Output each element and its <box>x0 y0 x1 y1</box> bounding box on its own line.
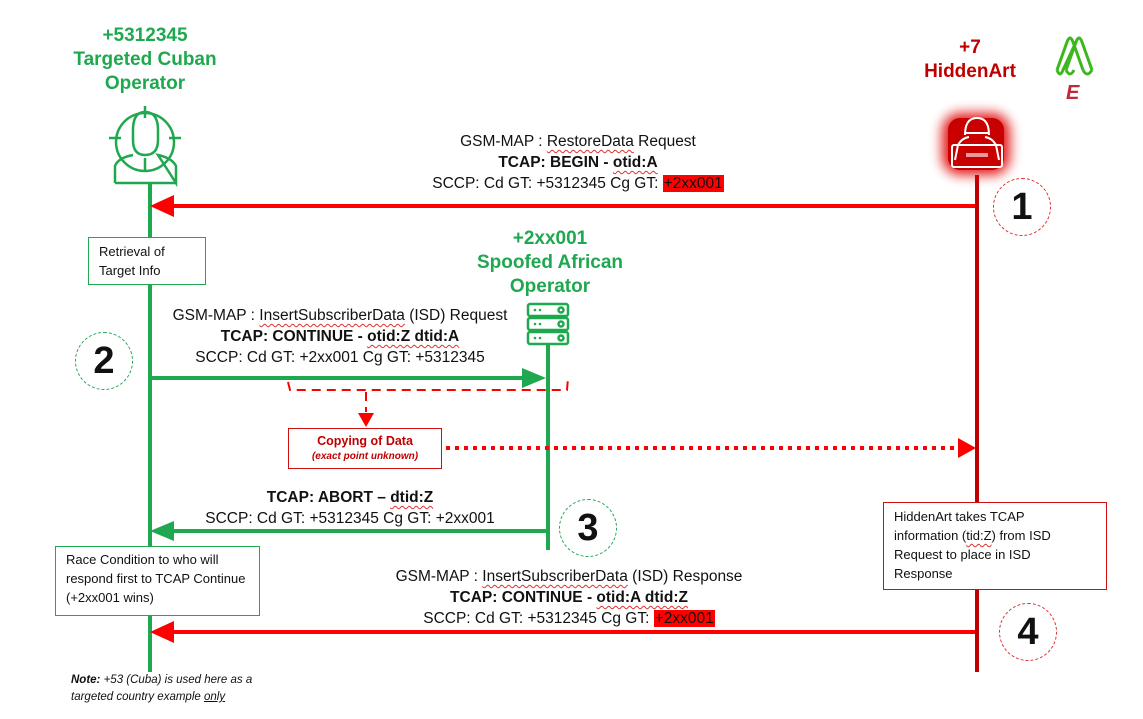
message-2-tcap: TCAP: CONTINUE - otid:Z dtid:A <box>220 328 460 345</box>
message-3-label: TCAP: ABORT – dtid:Z SCCP: Cd GT: +53123… <box>160 487 540 529</box>
race-condition-note: Race Condition to who will respond first… <box>55 546 260 616</box>
step-4-marker: 4 <box>999 603 1057 661</box>
spoofed-actor-label: +2xx001 Spoofed African Operator <box>460 227 640 299</box>
spoofed-name-line1: Spoofed African <box>476 252 624 273</box>
message-1-tcap: TCAP: BEGIN - otid:A <box>498 154 658 171</box>
footnote: Note: +53 (Cuba) is used here as a targe… <box>71 674 253 703</box>
spoofed-number: +2xx001 <box>512 228 588 249</box>
target-name-line2: Operator <box>104 73 186 94</box>
logo-letter: E <box>1066 82 1080 104</box>
hiddenart-tid-note: HiddenArt takes TCAP information (tid:Z)… <box>883 502 1107 590</box>
copying-of-data-box: Copying of Data (exact point unknown) <box>288 428 442 469</box>
message-1-sccp: SCCP: Cd GT: +5312345 Cg GT: +2xx001 <box>432 175 724 192</box>
arrow-copy-data <box>446 438 976 458</box>
step-2-marker: 2 <box>75 332 133 390</box>
spoofed-name-line2: Operator <box>509 276 591 297</box>
copying-subtitle: (exact point unknown) <box>311 451 419 462</box>
message-4-sccp: SCCP: Cd GT: +5312345 Cg GT: +2xx001 <box>423 610 715 627</box>
spoofed-gt-highlight: +2xx001 <box>653 610 715 627</box>
step-1-marker: 1 <box>993 178 1051 236</box>
retrieval-note: Retrieval of Target Info <box>88 237 206 285</box>
message-3-sccp: SCCP: Cd GT: +5312345 Cg GT: +2xx001 <box>205 510 495 527</box>
attacker-name: HiddenArt <box>924 61 1016 82</box>
footnote-label: Note: <box>71 674 101 686</box>
target-actor-label: +5312345 Targeted Cuban Operator <box>55 24 235 96</box>
targeted-person-icon <box>109 106 181 188</box>
message-2-label: GSM-MAP : InsertSubscriberData (ISD) Req… <box>140 305 540 368</box>
spoofed-gt-highlight: +2xx001 <box>662 175 724 192</box>
company-logo-icon <box>1055 36 1094 76</box>
copy-bracket-arrowhead <box>358 413 374 427</box>
footnote-emphasis: only <box>203 691 226 703</box>
message-4-tcap: TCAP: CONTINUE - otid:A dtid:Z <box>450 589 688 606</box>
target-number: +5312345 <box>102 25 188 46</box>
copying-title: Copying of Data <box>317 434 413 448</box>
message-2-gsm-map: GSM-MAP : InsertSubscriberData (ISD) Req… <box>172 307 508 324</box>
message-3-tcap: TCAP: ABORT – dtid:Z <box>266 489 434 506</box>
message-4-gsm-map: GSM-MAP : InsertSubscriberData (ISD) Res… <box>395 568 743 585</box>
hacker-laptop-icon <box>942 113 1010 175</box>
attacker-number: +7 <box>959 37 981 58</box>
message-2-sccp: SCCP: Cd GT: +2xx001 Cg GT: +5312345 <box>195 349 485 366</box>
arrow-step-2 <box>152 368 546 388</box>
arrow-step-1 <box>150 195 975 217</box>
message-4-label: GSM-MAP : InsertSubscriberData (ISD) Res… <box>369 566 769 629</box>
message-1-label: GSM-MAP : RestoreData Request TCAP: BEGI… <box>378 131 778 194</box>
attacker-actor-label: +7 HiddenArt <box>900 36 1040 84</box>
step-3-marker: 3 <box>559 499 617 557</box>
target-name-line1: Targeted Cuban <box>73 49 217 70</box>
message-1-gsm-map: GSM-MAP : RestoreData Request <box>460 133 696 150</box>
